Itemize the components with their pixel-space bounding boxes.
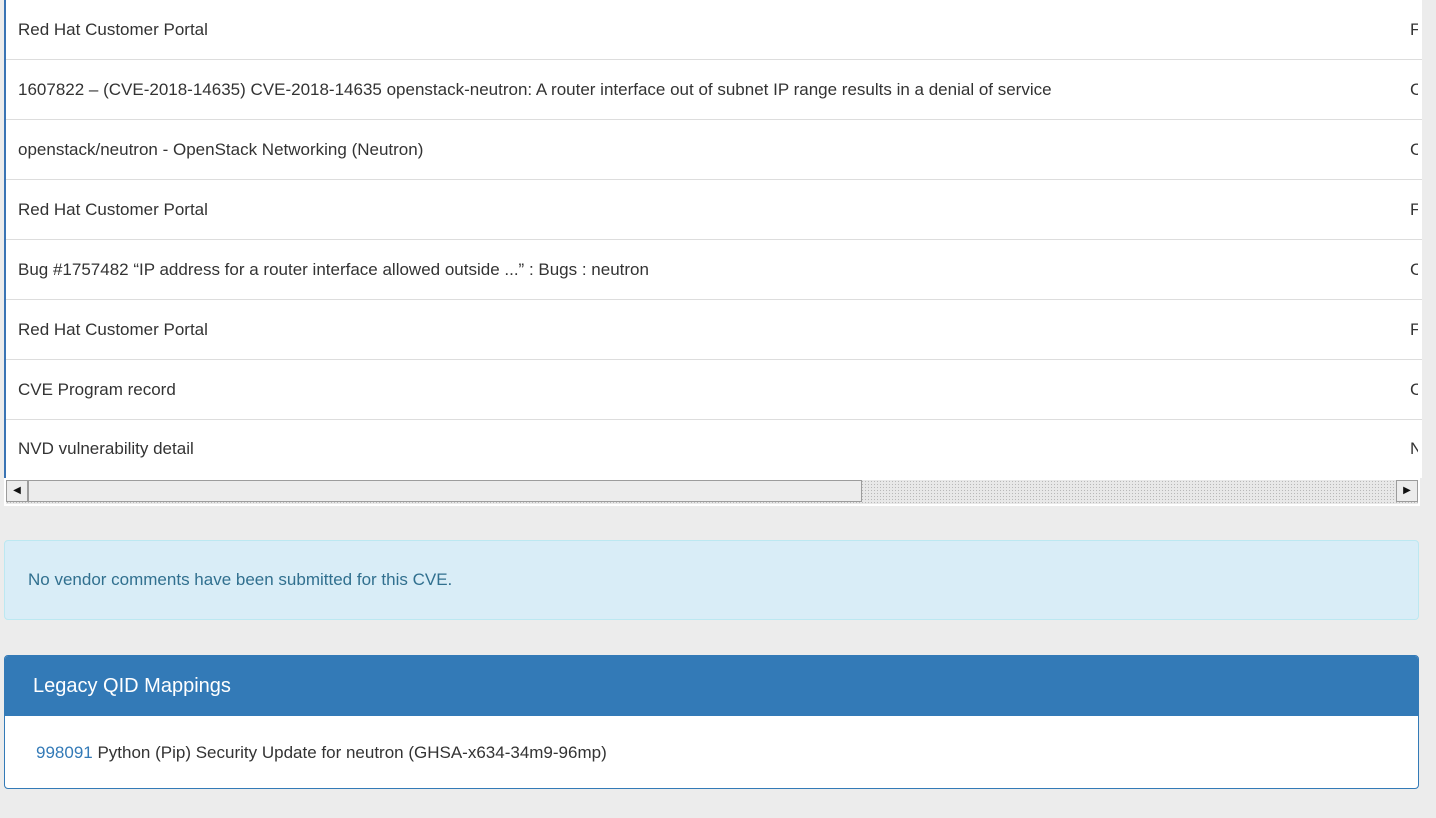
qid-list-item: 998091 Python (Pip) Security Update for … <box>5 716 1418 788</box>
legacy-qid-panel: Legacy QID Mappings 998091 Python (Pip) … <box>4 655 1419 789</box>
table-row: CVE Program record C <box>6 360 1422 420</box>
scroll-left-arrow-icon[interactable]: ◀ <box>6 480 28 502</box>
reference-source: F <box>1410 300 1418 359</box>
table-row: Red Hat Customer Portal F <box>6 0 1422 60</box>
vendor-comments-alert: No vendor comments have been submitted f… <box>4 540 1419 620</box>
references-table: Red Hat Customer Portal F 1607822 – (CVE… <box>4 0 1422 478</box>
table-row: Red Hat Customer Portal F <box>6 180 1422 240</box>
panel-title: Legacy QID Mappings <box>33 675 231 697</box>
scrollbar-thumb[interactable] <box>28 480 862 502</box>
reference-title[interactable]: Red Hat Customer Portal <box>18 0 208 59</box>
table-row: 1607822 – (CVE-2018-14635) CVE-2018-1463… <box>6 60 1422 120</box>
reference-source: N <box>1410 419 1418 478</box>
table-row: NVD vulnerability detail N <box>6 419 1422 478</box>
vendor-comments-message: No vendor comments have been submitted f… <box>28 570 453 589</box>
reference-source: C <box>1410 120 1418 179</box>
reference-title[interactable]: CVE Program record <box>18 360 176 419</box>
reference-title[interactable]: 1607822 – (CVE-2018-14635) CVE-2018-1463… <box>18 60 1052 119</box>
scroll-right-arrow-icon[interactable]: ▶ <box>1396 480 1418 502</box>
reference-source: C <box>1410 240 1418 299</box>
table-row: openstack/neutron - OpenStack Networking… <box>6 120 1422 180</box>
reference-title[interactable]: Red Hat Customer Portal <box>18 180 208 239</box>
panel-heading: Legacy QID Mappings <box>5 656 1418 716</box>
table-row: Bug #1757482 “IP address for a router in… <box>6 240 1422 300</box>
horizontal-scrollbar[interactable]: ◀ ▶ <box>4 478 1420 506</box>
table-row: Red Hat Customer Portal F <box>6 300 1422 360</box>
reference-source: C <box>1410 60 1418 119</box>
reference-source: F <box>1410 0 1418 59</box>
reference-source: F <box>1410 180 1418 239</box>
reference-source: C <box>1410 360 1418 419</box>
qid-link[interactable]: 998091 <box>36 743 93 762</box>
reference-title[interactable]: Red Hat Customer Portal <box>18 300 208 359</box>
reference-title[interactable]: Bug #1757482 “IP address for a router in… <box>18 240 649 299</box>
reference-title[interactable]: openstack/neutron - OpenStack Networking… <box>18 120 423 179</box>
reference-title[interactable]: NVD vulnerability detail <box>18 419 194 478</box>
qid-description: Python (Pip) Security Update for neutron… <box>92 743 607 762</box>
